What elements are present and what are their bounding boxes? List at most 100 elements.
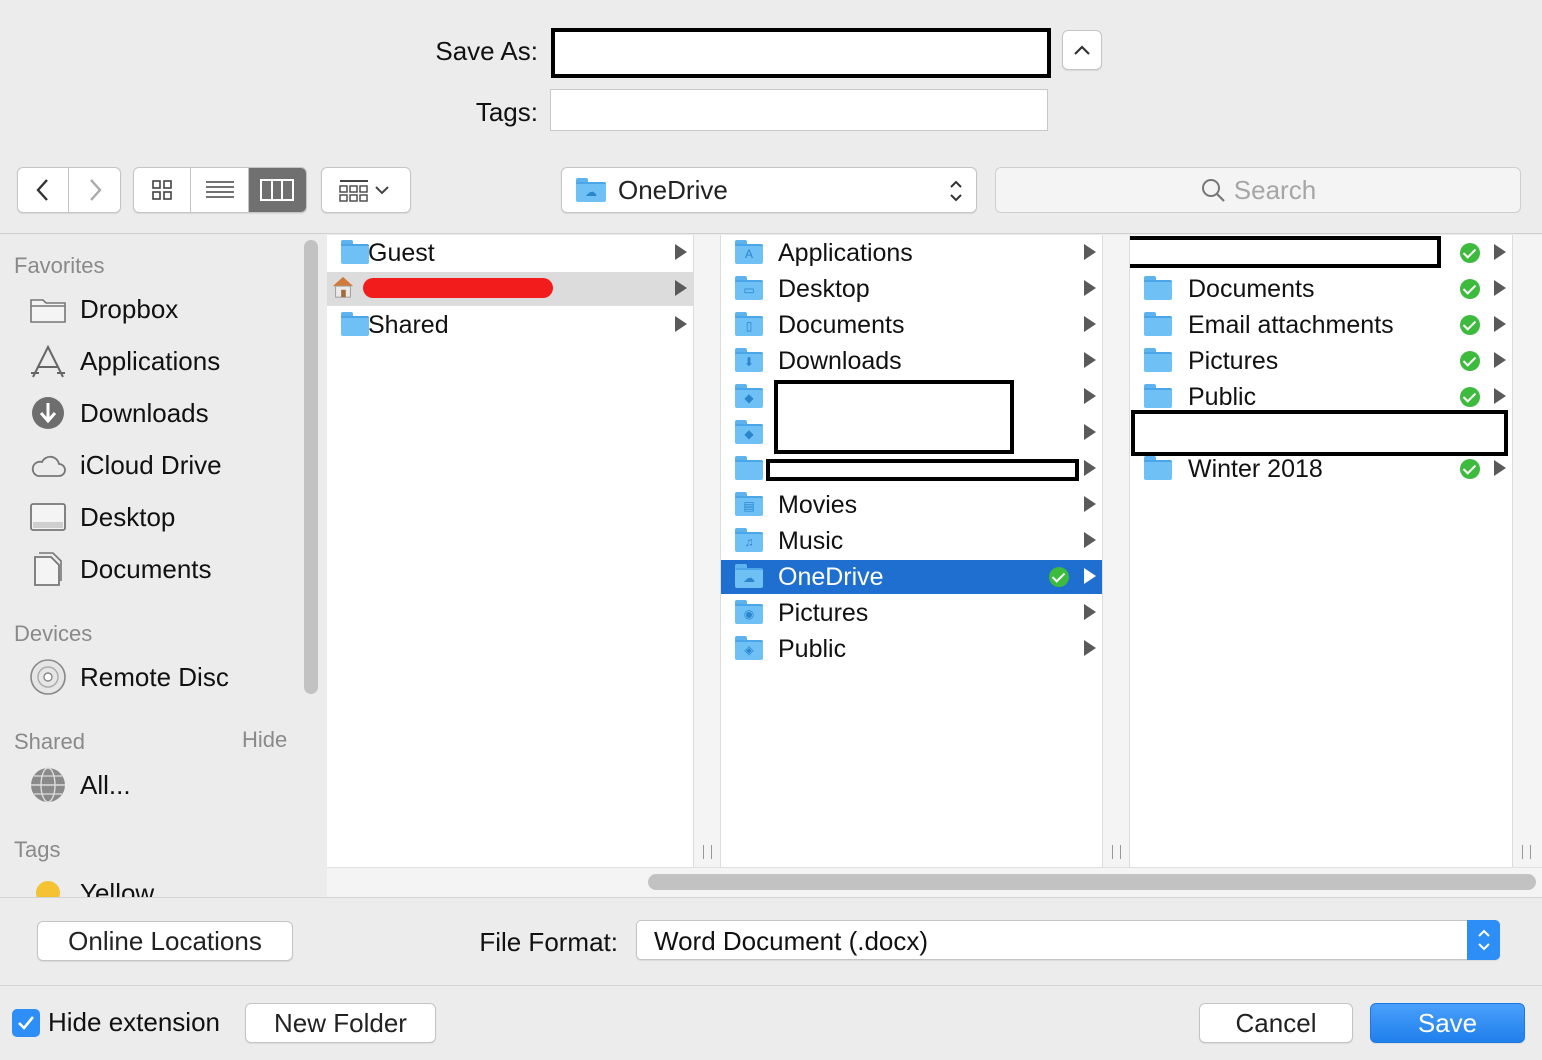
- shared-title: Shared: [14, 729, 85, 754]
- disclosure-arrow-icon: [675, 244, 687, 260]
- save-as-label: Save As:: [435, 36, 538, 66]
- item-label: Winter 2018: [1188, 454, 1323, 483]
- location-popup[interactable]: ☁ OneDrive: [561, 167, 977, 213]
- disclosure-arrow-icon: [675, 280, 687, 296]
- sidebar-item-documents[interactable]: Documents: [28, 547, 212, 591]
- list-item[interactable]: Shared: [327, 308, 693, 342]
- sidebar-item-applications[interactable]: Applications: [28, 339, 220, 383]
- cancel-button[interactable]: Cancel: [1199, 1003, 1353, 1043]
- disclosure-arrow-icon: [1494, 352, 1506, 368]
- column-2: A Applications ▭ Desktop ▯ Documents ⬇ D…: [721, 235, 1102, 867]
- list-item[interactable]: Public: [1130, 380, 1512, 414]
- redaction-box: [1130, 236, 1441, 268]
- toolbar-divider: [0, 233, 1542, 234]
- list-icon: [205, 181, 234, 198]
- arrange-icon: [339, 180, 389, 202]
- list-item[interactable]: ◉ Pictures: [721, 596, 1102, 630]
- devices-title: Devices: [14, 621, 93, 646]
- view-mode-control: [133, 167, 307, 213]
- sidebar-item-label: iCloud Drive: [80, 449, 222, 480]
- column-resize-handle[interactable]: [1102, 235, 1130, 867]
- online-locations-button[interactable]: Online Locations: [37, 921, 293, 961]
- columns-icon: [260, 179, 295, 201]
- disclosure-arrow-icon: [675, 316, 687, 332]
- column-view-button[interactable]: [248, 168, 306, 212]
- item-label: Applications: [778, 238, 913, 267]
- list-item[interactable]: Winter 2018: [1130, 452, 1512, 486]
- folder-icon: [28, 289, 68, 329]
- desktop-icon: [28, 497, 68, 537]
- sidebar-item-all[interactable]: All...: [28, 763, 131, 807]
- sync-check-icon: [1460, 279, 1480, 299]
- list-view-button[interactable]: [191, 168, 249, 212]
- disclosure-arrow-icon: [1494, 316, 1506, 332]
- hide-extension-checkbox[interactable]: [12, 1009, 40, 1037]
- item-label: Pictures: [778, 598, 869, 627]
- list-item[interactable]: A Applications: [721, 236, 1102, 270]
- home-icon: [332, 276, 354, 298]
- sidebar-item-remote-disc[interactable]: Remote Disc: [28, 655, 229, 699]
- back-button[interactable]: [18, 168, 70, 212]
- arrange-menu-button[interactable]: [321, 167, 411, 213]
- horizontal-scrollbar[interactable]: [648, 874, 1536, 890]
- new-folder-button[interactable]: New Folder: [245, 1003, 436, 1043]
- list-item[interactable]: ♫ Music: [721, 524, 1102, 558]
- sidebar-item-desktop[interactable]: Desktop: [28, 495, 175, 539]
- list-item[interactable]: [327, 272, 693, 306]
- sidebar-item-icloud-drive[interactable]: iCloud Drive: [28, 443, 222, 487]
- sidebar-scrollbar[interactable]: [304, 240, 318, 694]
- item-label: Public: [1188, 382, 1257, 411]
- list-item[interactable]: ⬇ Downloads: [721, 344, 1102, 378]
- cloud-icon: [28, 445, 68, 485]
- bottom-divider: [0, 985, 1542, 986]
- folder-icon: [735, 456, 763, 480]
- disclosure-arrow-icon: [1494, 244, 1506, 260]
- select-stepper: [1467, 920, 1500, 960]
- folder-icon: [1144, 348, 1172, 372]
- save-as-input[interactable]: [551, 28, 1051, 78]
- list-item[interactable]: Documents: [1130, 272, 1512, 306]
- column-resize-handle[interactable]: [693, 235, 721, 867]
- column-1: Guest Shared: [327, 235, 693, 867]
- disclosure-arrow-icon: [1084, 316, 1096, 332]
- disclosure-arrow-icon: [1084, 388, 1096, 404]
- icon-view-button[interactable]: [134, 168, 192, 212]
- list-item[interactable]: ◈ Public: [721, 632, 1102, 666]
- folder-icon: [1144, 312, 1172, 336]
- sidebar-item-label: Yellow: [80, 877, 155, 898]
- search-field[interactable]: Search: [995, 167, 1521, 213]
- disclosure-arrow-icon: [1084, 280, 1096, 296]
- sidebar-item-dropbox[interactable]: Dropbox: [28, 287, 178, 331]
- forward-button[interactable]: [69, 168, 120, 212]
- sidebar-item-label: Desktop: [80, 501, 176, 532]
- favorites-title: Favorites: [14, 253, 105, 278]
- list-item[interactable]: ▤ Movies: [721, 488, 1102, 522]
- list-item[interactable]: ▭ Desktop: [721, 272, 1102, 306]
- item-label: Music: [778, 526, 844, 555]
- hide-extension-label[interactable]: Hide extension: [48, 1007, 220, 1038]
- disclosure-arrow-icon: [1494, 460, 1506, 476]
- music-folder-icon: ♫: [735, 528, 763, 552]
- shared-hide-button[interactable]: Hide: [242, 727, 287, 753]
- file-format-select[interactable]: Word Document (.docx): [636, 920, 1500, 960]
- location-label: OneDrive: [618, 174, 728, 205]
- sidebar-item-downloads[interactable]: Downloads: [28, 391, 209, 435]
- sidebar-item-label: Remote Disc: [80, 661, 229, 692]
- sidebar-item-tag-yellow[interactable]: Yellow: [28, 871, 154, 897]
- chevron-left-icon: [36, 179, 48, 201]
- column-resize-handle[interactable]: [1512, 235, 1542, 867]
- list-item[interactable]: ▯ Documents: [721, 308, 1102, 342]
- item-label: Public: [778, 634, 847, 663]
- save-button[interactable]: Save: [1370, 1003, 1525, 1043]
- chevron-right-icon: [89, 179, 102, 201]
- list-item-selected[interactable]: ☁ OneDrive: [721, 560, 1102, 594]
- download-icon: [28, 393, 68, 433]
- list-item[interactable]: Email attachments: [1130, 308, 1512, 342]
- list-item[interactable]: Guest: [327, 236, 693, 270]
- tags-input[interactable]: [550, 89, 1048, 131]
- collapse-dialog-button[interactable]: [1062, 30, 1102, 70]
- folder-icon: [1144, 456, 1172, 480]
- sync-shared-check-icon: [1460, 387, 1480, 407]
- sync-check-icon: [1460, 243, 1480, 263]
- list-item[interactable]: Pictures: [1130, 344, 1512, 378]
